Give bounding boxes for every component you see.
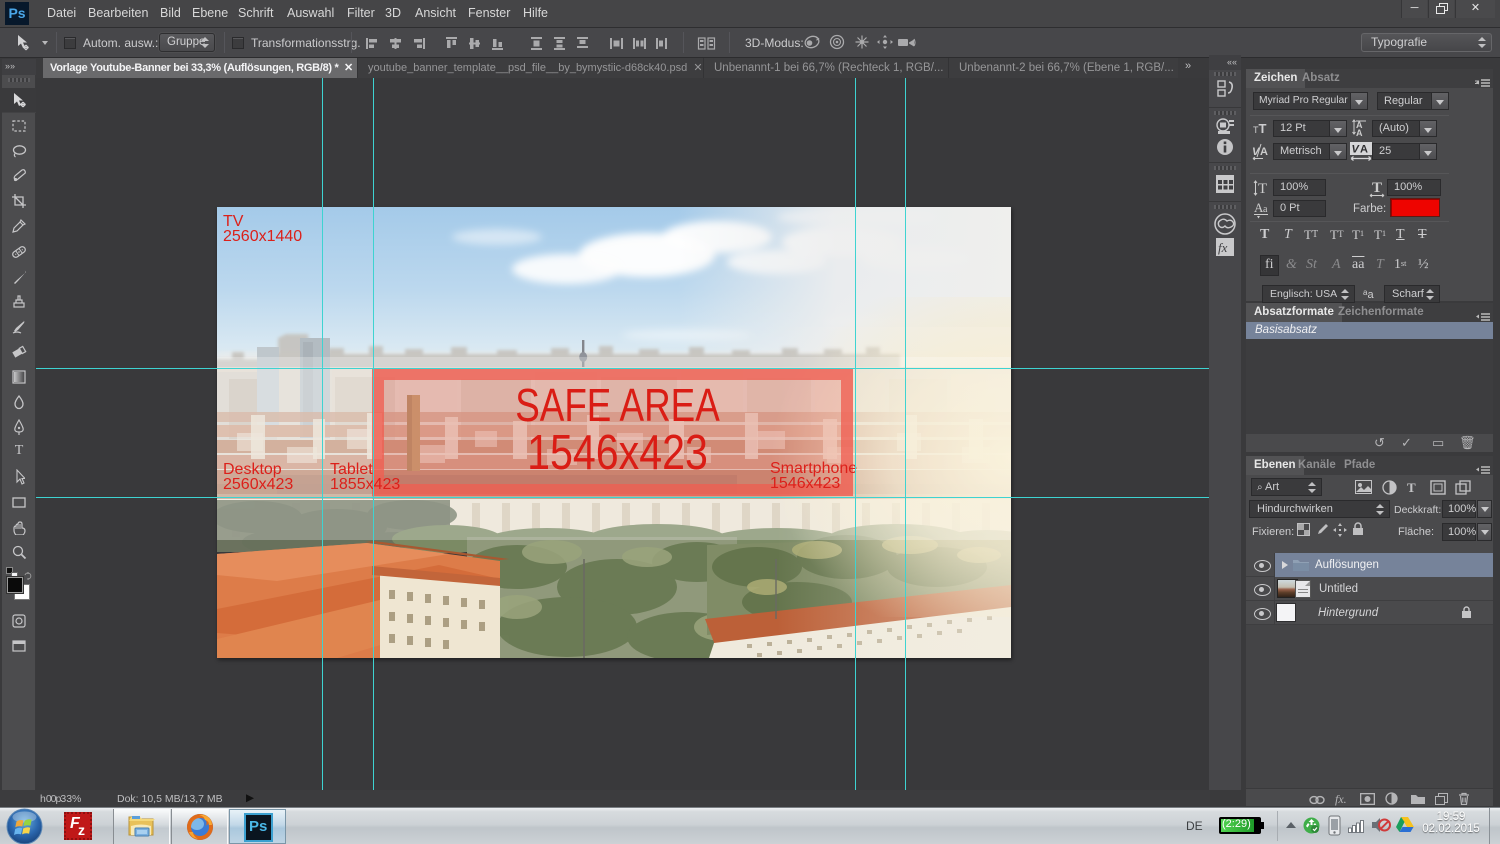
svg-text:fx: fx <box>1218 240 1228 255</box>
svg-text:A: A <box>1260 146 1268 158</box>
svg-text:A: A <box>1360 144 1368 156</box>
svg-text:A: A <box>1356 128 1363 138</box>
svg-text:a: a <box>1263 204 1268 215</box>
svg-text:T: T <box>1258 181 1267 197</box>
svg-text:T: T <box>1372 180 1382 196</box>
